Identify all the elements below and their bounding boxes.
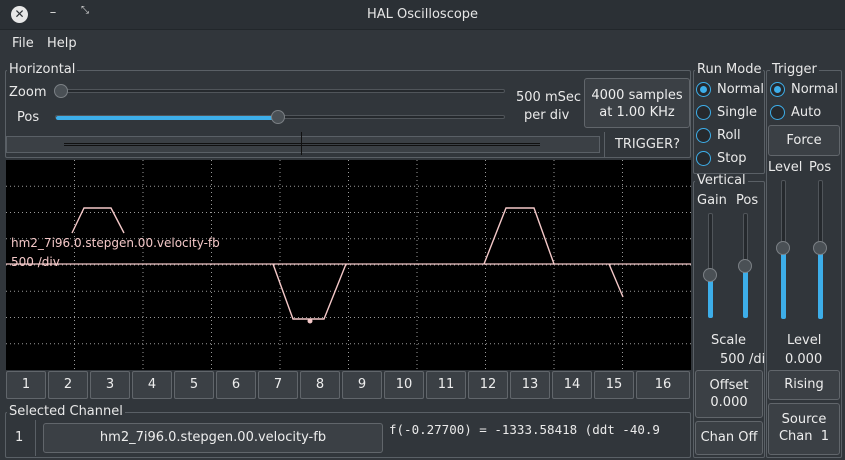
samples-button[interactable]: 4000 samples at 1.00 KHz xyxy=(584,78,690,128)
channel-button-11[interactable]: 11 xyxy=(426,371,466,399)
run-normal-label[interactable]: Normal xyxy=(717,82,764,97)
run-roll-radio[interactable] xyxy=(696,128,711,143)
run-roll-label[interactable]: Roll xyxy=(717,128,741,143)
vertical-pos-label: Pos xyxy=(736,193,759,208)
scale-value: 500 /di xyxy=(720,352,765,367)
gain-slider-handle[interactable] xyxy=(703,268,717,282)
run-mode-title: Run Mode xyxy=(695,62,764,77)
trigger-level-slider-handle[interactable] xyxy=(776,241,790,255)
channel-button-15[interactable]: 15 xyxy=(594,371,634,399)
trigger-status: TRIGGER? xyxy=(604,132,690,158)
channel-button-10[interactable]: 10 xyxy=(384,371,424,399)
menu-bar xyxy=(0,31,845,59)
trigger-pos-slider-fill xyxy=(818,250,823,319)
samples-line1: 4000 samples xyxy=(591,88,683,103)
horizontal-title: Horizontal xyxy=(7,62,78,77)
rate-text-2: per div xyxy=(524,108,570,123)
zoom-slider-track[interactable] xyxy=(55,89,505,93)
offset-button[interactable]: Offset 0.000 xyxy=(695,370,763,418)
selected-channel-name-button[interactable]: hm2_7i96.0.stepgen.00.velocity-fb xyxy=(43,423,383,453)
trigger-normal-label[interactable]: Normal xyxy=(791,82,838,97)
trace-scale-label: 500 /div xyxy=(11,255,60,269)
channel-button-16[interactable]: 16 xyxy=(636,371,690,399)
gain-label: Gain xyxy=(697,193,727,208)
run-stop-label[interactable]: Stop xyxy=(717,151,747,166)
selected-channel-number: 1 xyxy=(15,430,24,445)
channel-button-14[interactable]: 14 xyxy=(552,371,592,399)
record-position-bar[interactable] xyxy=(6,132,600,155)
run-normal-radio[interactable] xyxy=(696,82,711,97)
run-stop-radio[interactable] xyxy=(696,151,711,166)
channel-button-6[interactable]: 6 xyxy=(216,371,256,399)
vertical-pos-slider-fill xyxy=(743,266,748,318)
pos-label: Pos xyxy=(17,110,40,125)
trace-segment xyxy=(272,263,347,320)
source-line1: Source xyxy=(781,412,827,427)
menu-file[interactable]: File xyxy=(12,36,34,51)
trace-segment xyxy=(608,263,624,298)
channel-button-4[interactable]: 4 xyxy=(132,371,172,399)
run-single-label[interactable]: Single xyxy=(717,105,757,120)
trace-segment xyxy=(71,207,125,234)
window-title: HAL Oscilloscope xyxy=(366,7,479,22)
trigger-level-label: Level xyxy=(768,160,803,175)
channel-button-3[interactable]: 3 xyxy=(90,371,130,399)
channel-readout: f(-0.27700) = -1333.58418 (ddt -40.9 xyxy=(389,422,660,437)
vertical-pos-slider-handle[interactable] xyxy=(738,259,752,273)
trigger-auto-label[interactable]: Auto xyxy=(791,105,821,120)
source-line2: Chan 1 xyxy=(778,429,830,444)
zoom-label: Zoom xyxy=(9,85,47,100)
offset-value: 0.000 xyxy=(710,395,748,410)
trigger-pos-label: Pos xyxy=(809,160,832,175)
channel-button-13[interactable]: 13 xyxy=(510,371,550,399)
trigger-source-button[interactable]: Source Chan 1 xyxy=(768,403,840,455)
run-single-radio[interactable] xyxy=(696,105,711,120)
minimize-icon[interactable]: – xyxy=(46,5,60,23)
channel-button-5[interactable]: 5 xyxy=(174,371,214,399)
pos-slider-fill xyxy=(56,116,279,120)
vertical-title: Vertical xyxy=(695,173,748,188)
trigger-marker xyxy=(301,132,302,155)
gain-slider-track[interactable] xyxy=(708,213,713,318)
channel-button-2[interactable]: 2 xyxy=(48,371,88,399)
trigger-normal-radio[interactable] xyxy=(770,82,785,97)
zoom-slider-handle[interactable] xyxy=(54,84,68,98)
trigger-pos-slider-handle[interactable] xyxy=(813,241,827,255)
samples-line2: at 1.00 KHz xyxy=(599,105,675,120)
scope-display[interactable]: hm2_7i96.0.stepgen.00.velocity-fb 500 /d… xyxy=(6,160,691,370)
channel-button-8[interactable]: 8 xyxy=(300,371,340,399)
scope-plot xyxy=(6,160,691,370)
trigger-title: Trigger xyxy=(770,62,819,77)
trigger-level-text: Level xyxy=(787,333,822,348)
trace-cursor xyxy=(307,318,313,324)
pos-slider-handle[interactable] xyxy=(271,110,285,124)
trace-segment xyxy=(483,207,555,265)
record-window xyxy=(64,143,540,146)
channel-button-12[interactable]: 12 xyxy=(468,371,508,399)
selected-channel-title: Selected Channel xyxy=(7,404,125,419)
trace-name-label: hm2_7i96.0.stepgen.00.velocity-fb xyxy=(11,236,220,250)
trigger-level-slider-fill xyxy=(781,250,786,319)
rate-text-1: 500 mSec xyxy=(516,90,582,105)
rising-edge-button[interactable]: Rising xyxy=(768,370,840,400)
divider xyxy=(35,420,36,456)
trigger-level-value: 0.000 xyxy=(785,352,823,367)
gain-slider-fill xyxy=(708,276,713,318)
trigger-auto-radio[interactable] xyxy=(770,105,785,120)
offset-label: Offset xyxy=(709,378,749,393)
chan-off-button[interactable]: Chan Off xyxy=(695,421,763,455)
channel-button-1[interactable]: 1 xyxy=(6,371,46,399)
force-button[interactable]: Force xyxy=(768,125,840,156)
maximize-icon[interactable]: ⤡ xyxy=(78,5,92,23)
menu-help[interactable]: Help xyxy=(47,36,77,51)
channel-button-7[interactable]: 7 xyxy=(258,371,298,399)
scale-label: Scale xyxy=(711,333,746,348)
channel-button-9[interactable]: 9 xyxy=(342,371,382,399)
close-icon[interactable]: ✕ xyxy=(11,6,28,23)
